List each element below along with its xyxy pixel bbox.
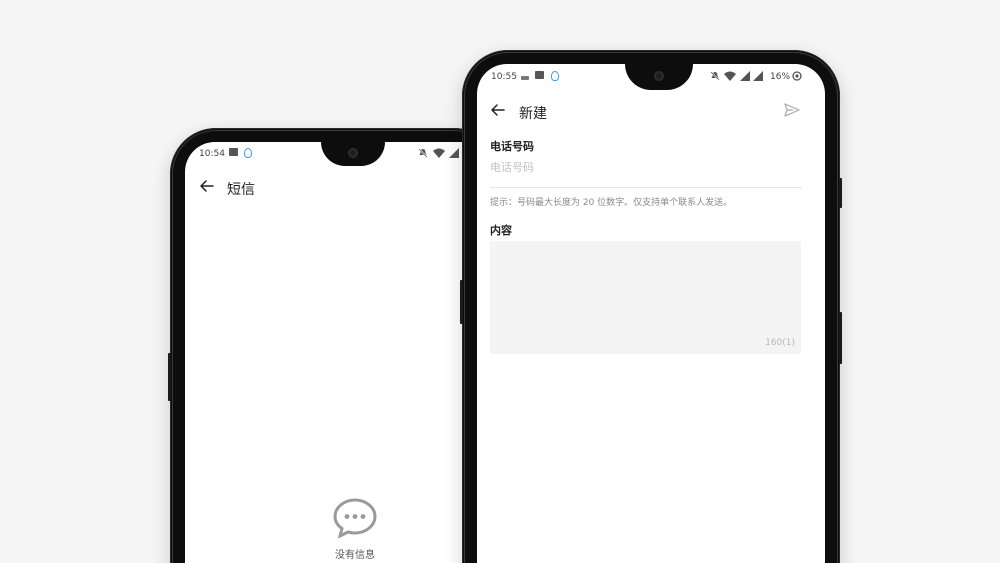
right-app-header: 新建 xyxy=(477,92,825,128)
status-time: 10:54 xyxy=(199,149,225,159)
phone-number-divider xyxy=(490,187,802,188)
left-volume-button xyxy=(168,353,171,401)
wifi-icon xyxy=(433,148,445,158)
bell-off-icon xyxy=(418,148,428,158)
signal-icon xyxy=(449,148,459,158)
send-icon[interactable] xyxy=(783,101,801,119)
wifi-icon xyxy=(724,71,736,81)
content-box: 160(1) xyxy=(490,241,801,354)
content-label: 内容 xyxy=(490,224,512,237)
bell-off-icon xyxy=(710,71,720,81)
signal-icon xyxy=(740,71,750,81)
phone-number-input[interactable] xyxy=(490,159,790,175)
arrow-left-icon[interactable] xyxy=(199,178,215,194)
char-counter: 160(1) xyxy=(765,338,795,348)
signal-icon xyxy=(753,71,763,81)
right-screen: 10:55 16% 新建 电话号码 电话号码 提示：号码最大长度为 20 位数字… xyxy=(477,64,825,563)
right-power-button xyxy=(839,178,842,208)
phone-number-label: 电话号码 xyxy=(490,140,534,153)
status-time: 10:55 xyxy=(491,72,517,82)
phone-hint-text: 提示：号码最大长度为 20 位数字。仅支持单个联系人发送。 xyxy=(490,198,733,208)
notification-icon xyxy=(521,76,529,80)
arrow-left-icon[interactable] xyxy=(490,102,506,118)
page-title: 新建 xyxy=(519,106,547,122)
empty-state: 没有信息 xyxy=(325,498,385,561)
battery-percent: 16% xyxy=(770,72,791,82)
right-phone: 10:55 16% 新建 电话号码 电话号码 提示：号码最大长度为 20 位数字… xyxy=(460,50,842,563)
battery-icon xyxy=(792,71,802,81)
qq-icon xyxy=(551,71,559,81)
page-title: 短信 xyxy=(227,182,255,198)
image-icon xyxy=(229,148,238,156)
empty-state-text: 没有信息 xyxy=(335,550,375,561)
right-volume-button xyxy=(460,280,463,324)
qq-icon xyxy=(244,148,252,158)
image-icon xyxy=(535,71,544,79)
left-phone: 10:54 短信 没有信息 xyxy=(168,128,515,563)
message-content-input[interactable] xyxy=(490,241,801,354)
chat-bubble-icon xyxy=(333,498,377,539)
stage: 10:54 短信 没有信息 10:55 16% 新建 电话号码 电话号码 提示：… xyxy=(0,0,1000,563)
right-alert-slider xyxy=(839,312,842,364)
right-status-bar: 10:55 16% xyxy=(477,64,825,88)
